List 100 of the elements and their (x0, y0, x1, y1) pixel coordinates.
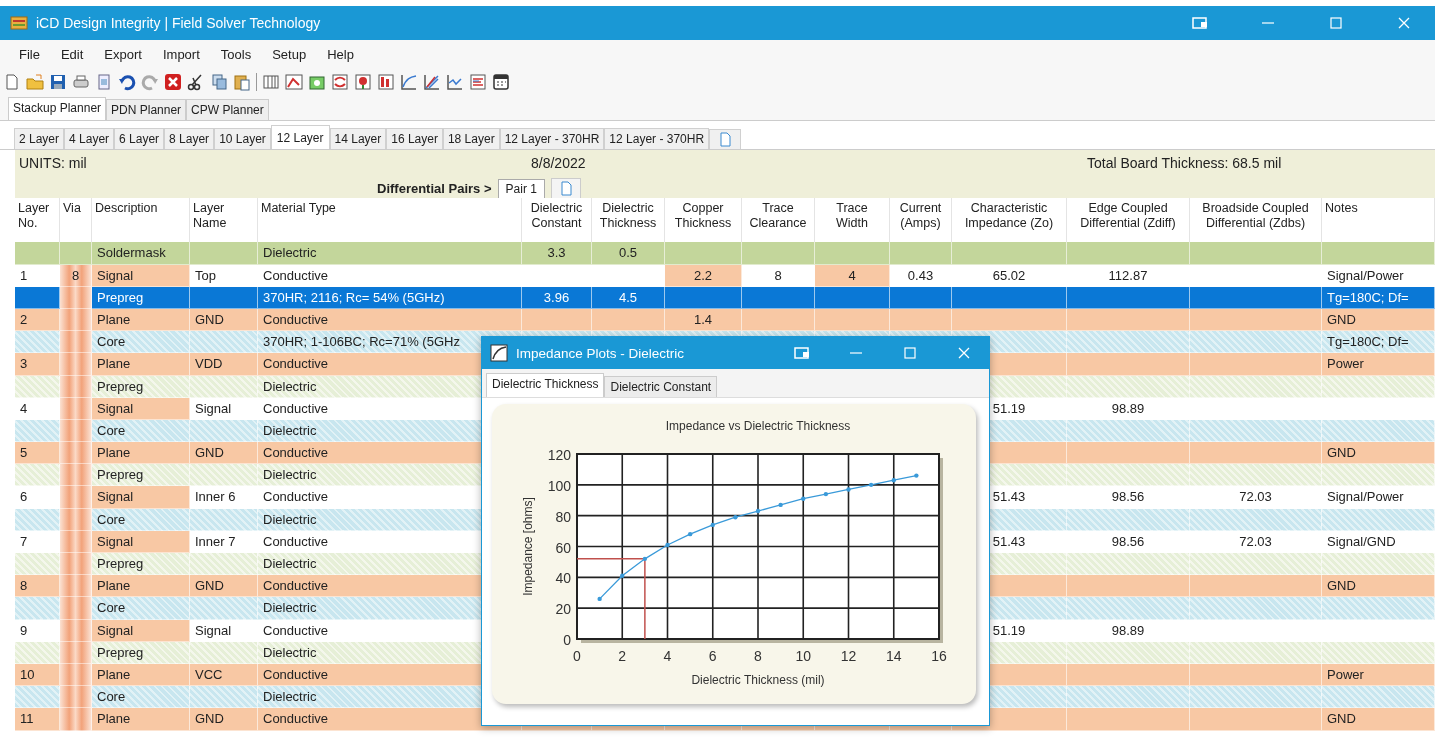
table-cell: Dielectric (258, 242, 522, 265)
tick-label: 100 (547, 477, 571, 494)
table-cell: Plane (92, 575, 190, 598)
tab[interactable]: 12 Layer - 370HR (604, 128, 710, 149)
tick-label: 120 (547, 447, 571, 463)
tab[interactable]: Stackup Planner (8, 97, 107, 120)
table-cell: Plane (92, 353, 190, 376)
tick-label: 4 (663, 648, 672, 664)
table-cell: Plane (92, 663, 190, 687)
tab[interactable]: 4 Layer (64, 128, 115, 149)
tab[interactable]: CPW Planner (186, 99, 269, 120)
tab[interactable]: 12 Layer (270, 125, 330, 149)
table-cell: GND (1322, 575, 1435, 598)
table-cell: GND (190, 708, 258, 731)
date-label: 8/8/2022 (531, 155, 587, 171)
table-cell: 2.2 (665, 264, 742, 287)
tick-label: 60 (555, 539, 571, 556)
table-cell: Plane (92, 442, 190, 465)
table-cell: VCC (190, 663, 258, 687)
table-cell: Core (92, 508, 190, 531)
tick-label: 80 (555, 508, 571, 525)
tab[interactable]: 14 Layer (329, 128, 387, 149)
tab[interactable]: 8 Layer (164, 128, 215, 149)
menu-item[interactable]: Setup (272, 46, 307, 62)
menu-item[interactable]: Edit (60, 46, 84, 62)
table-cell: 4.5 (592, 286, 665, 309)
menu-item[interactable]: Import (162, 46, 200, 62)
table-cell: Plane (92, 308, 190, 332)
table-cell: Signal (92, 486, 190, 509)
table-cell: GND (190, 575, 258, 598)
thickness-label: Total Board Thickness: 68.5 mil (1087, 155, 1282, 171)
units-label: UNITS: mil (19, 155, 88, 171)
table-cell: Prepreg (92, 641, 190, 664)
tick-label: 16 (931, 648, 947, 664)
tick-label: 20 (555, 601, 571, 618)
table-cell: Core (92, 686, 190, 709)
table-cell: Plane (92, 708, 190, 731)
table-cell: GND (190, 308, 258, 332)
table-cell: 370HR; 2116; Rc= 54% (5GHz) (258, 286, 522, 309)
table-cell: Power (1322, 663, 1435, 687)
table-cell: 10 (15, 663, 60, 687)
table-cell: GND (1322, 708, 1435, 731)
table-cell: Core (92, 331, 190, 354)
tab[interactable]: 12 Layer - 370HR (499, 128, 605, 149)
tab[interactable]: Pair 1 (497, 179, 545, 198)
tab[interactable]: 18 Layer (442, 128, 500, 149)
table-cell: Signal (92, 619, 190, 642)
diff-pairs-label: Differential Pairs > (377, 181, 492, 198)
table-cell: 3.3 (522, 242, 592, 265)
table-cell: 11 (15, 708, 60, 731)
table-cell: 4 (815, 264, 890, 287)
axis-label: Dielectric Thickness (mil) (691, 673, 825, 687)
tab[interactable]: 16 Layer (386, 128, 443, 149)
table-cell: Signal (92, 397, 190, 420)
tab[interactable]: 6 Layer (114, 128, 165, 149)
tab[interactable]: Dielectric Constant (604, 376, 718, 397)
tick-label: 14 (885, 648, 902, 664)
table-cell: 0.5 (592, 242, 665, 265)
tick-label: 40 (555, 570, 571, 587)
table-cell: Soldermask (92, 242, 190, 265)
chart-title: Impedance vs Dielectric Thickness (665, 419, 851, 433)
table-cell: 8 (60, 264, 92, 287)
table-cell: Tg=180C; Df= (1322, 286, 1435, 309)
table-cell: GND (190, 442, 258, 465)
table-cell: VDD (190, 353, 258, 376)
table-cell: Core (92, 419, 190, 443)
menu-item[interactable]: Tools (220, 46, 252, 62)
table-cell: Conductive (258, 308, 522, 332)
tab[interactable]: PDN Planner (106, 99, 187, 120)
tick-label: 8 (754, 648, 762, 664)
table-cell: Prepreg (92, 375, 190, 398)
table-cell: 8 (15, 575, 60, 598)
menu-item[interactable]: Help (327, 46, 354, 62)
tab[interactable]: 10 Layer (214, 128, 271, 149)
table-cell: Core (92, 597, 190, 620)
table-cell: Prepreg (92, 464, 190, 487)
tick-label: 0 (563, 632, 571, 648)
table-cell: Prepreg (92, 553, 190, 576)
tick-label: 10 (795, 648, 812, 664)
tick-label: 6 (708, 648, 717, 664)
table-cell: Prepreg (92, 286, 190, 309)
column-header[interactable]: Via (60, 198, 92, 243)
tick-label: 12 (840, 648, 857, 664)
menu-item[interactable]: File (19, 46, 40, 62)
table-cell: 5 (15, 442, 60, 465)
table-cell: Signal (92, 530, 190, 553)
table-cell: Power (1322, 353, 1435, 376)
tab[interactable]: Dielectric Thickness (486, 373, 605, 397)
tick-label: 0 (573, 648, 581, 664)
table-cell: 1.4 (665, 308, 742, 332)
menu-item[interactable]: Export (104, 46, 142, 62)
table-cell: 2 (15, 308, 60, 332)
tab[interactable]: 2 Layer (14, 128, 65, 149)
table-cell: 3.96 (522, 286, 592, 309)
table-cell: Tg=180C; Df= (1322, 331, 1435, 354)
window-title: iCD Design Integrity | Field Solver Technology (36, 15, 321, 31)
axis-label: Impedance [ohms] (521, 497, 535, 596)
tick-label: 2 (618, 648, 627, 664)
table-cell: Signal (92, 264, 190, 287)
table-cell: GND (1322, 308, 1435, 332)
